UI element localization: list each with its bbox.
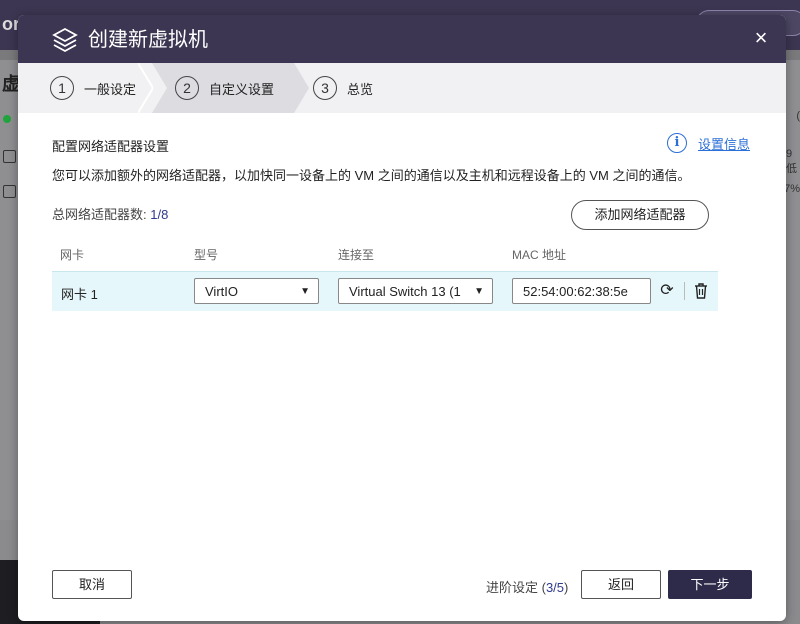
refresh-mac-icon[interactable]: ⟳ (658, 280, 676, 302)
step-number: 1 (50, 76, 74, 100)
step-number: 3 (313, 76, 337, 100)
background-text: ( (796, 110, 800, 122)
adapter-count: 总网络适配器数: 1/8 (52, 204, 168, 223)
next-button[interactable]: 下一步 (668, 570, 752, 599)
column-header-connect: 连接至 (338, 248, 375, 262)
table-row: 网卡 1 VirtIO ▼ Virtual Switch 13 (1 ▼ 52:… (52, 271, 718, 311)
wizard-steps: 1 一般设定 2 自定义设置 3 总览 (18, 63, 786, 113)
step-separator-icon (138, 63, 153, 113)
vm-logo-icon (52, 27, 78, 53)
dialog-titlebar: 创建新虚拟机 × (18, 15, 786, 63)
nic-name: 网卡 1 (61, 287, 98, 302)
cancel-button[interactable]: 取消 (52, 570, 132, 599)
mac-address-field[interactable]: 52:54:00:62:38:5e (512, 278, 651, 304)
step-general[interactable]: 1 一般设定 (50, 63, 136, 113)
column-header-model: 型号 (194, 248, 219, 262)
model-select-value: VirtIO (205, 284, 238, 299)
step-label: 一般设定 (84, 81, 137, 97)
create-vm-dialog: 创建新虚拟机 × 1 一般设定 2 自定义设置 3 总览 配置网络适配器设置 i… (18, 15, 786, 621)
advanced-value: 3/5 (545, 580, 565, 595)
advanced-label: 进阶设定 ( (486, 580, 546, 595)
background-text: 7% (784, 183, 800, 195)
column-header-nic: 网卡 (60, 248, 85, 262)
connect-select-value: Virtual Switch 13 (1 (349, 284, 461, 299)
dialog-title: 创建新虚拟机 (88, 29, 208, 51)
info-icon[interactable]: i (667, 133, 687, 153)
adapter-count-label: 总网络适配器数: (52, 207, 151, 222)
add-network-adapter-button[interactable]: 添加网络适配器 (571, 200, 709, 230)
background-text: 9 低 (786, 148, 797, 175)
model-select[interactable]: VirtIO ▼ (194, 278, 319, 304)
background-left-panel: 虚 (0, 60, 20, 530)
step-label: 自定义设置 (209, 81, 275, 97)
step-label: 总览 (347, 81, 374, 97)
dropdown-arrow-icon: ▼ (470, 279, 484, 303)
background-right-panel: ( 9 低 7% (784, 60, 800, 530)
background-checkbox (3, 150, 16, 163)
status-dot-icon (3, 115, 11, 123)
back-button[interactable]: 返回 (581, 570, 661, 599)
settings-info-link[interactable]: i 设置信息 (667, 133, 750, 153)
step-number: 2 (175, 76, 199, 100)
column-header-mac: MAC 地址 (512, 248, 567, 262)
divider (684, 282, 685, 300)
close-icon[interactable]: × (748, 25, 774, 51)
advanced-settings-progress: 进阶设定 (3/5) (486, 577, 568, 596)
description-text: 您可以添加额外的网络适配器，以加快同一设备上的 VM 之间的通信以及主机和远程设… (52, 168, 691, 183)
adapter-count-value: 1/8 (150, 207, 169, 222)
step-summary[interactable]: 3 总览 (313, 63, 373, 113)
connect-select[interactable]: Virtual Switch 13 (1 ▼ (338, 278, 493, 304)
section-title: 配置网络适配器设置 (52, 139, 170, 154)
dropdown-arrow-icon: ▼ (296, 279, 310, 303)
step-custom-settings[interactable]: 2 自定义设置 (175, 63, 274, 113)
advanced-end: ) (564, 580, 569, 595)
background-checkbox (3, 185, 16, 198)
settings-info-text[interactable]: 设置信息 (698, 134, 750, 153)
trash-icon[interactable] (692, 280, 710, 302)
